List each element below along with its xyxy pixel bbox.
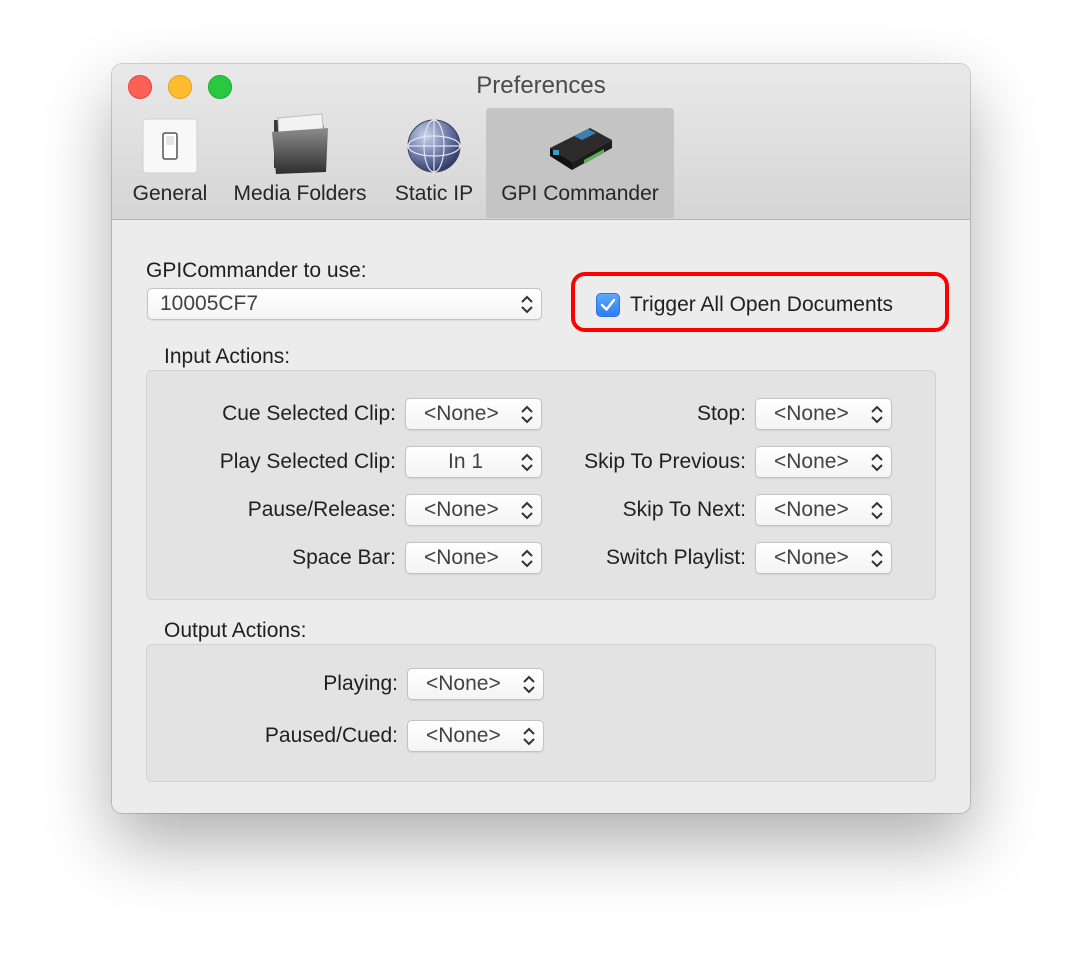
cue-selected-clip-label: Cue Selected Clip: — [222, 402, 396, 425]
tab-media-folders[interactable]: Media Folders — [224, 108, 376, 218]
space-bar-select[interactable]: <None> — [405, 542, 542, 574]
cue-selected-clip-value: <None> — [424, 402, 499, 425]
tab-gpi-commander-label: GPI Commander — [501, 182, 659, 205]
skip-to-next-label: Skip To Next: — [622, 498, 746, 521]
chevron-up-down-icon — [523, 675, 535, 694]
chevron-up-down-icon — [521, 405, 533, 424]
trigger-all-checkbox[interactable] — [596, 293, 620, 317]
output-actions-group — [146, 644, 936, 782]
folder-icon — [272, 113, 328, 174]
network-globe-icon — [407, 119, 461, 173]
space-bar-value: <None> — [424, 546, 499, 569]
chevron-up-down-icon — [521, 295, 533, 314]
device-select-value: 10005CF7 — [160, 292, 259, 315]
stop-value: <None> — [774, 402, 849, 425]
output-actions-title: Output Actions: — [164, 619, 307, 642]
tab-general[interactable]: General — [126, 108, 214, 218]
play-selected-clip-label: Play Selected Clip: — [219, 450, 396, 473]
playing-value: <None> — [426, 672, 501, 695]
cue-selected-clip-select[interactable]: <None> — [405, 398, 542, 430]
trigger-all-label[interactable]: Trigger All Open Documents — [630, 293, 893, 317]
skip-to-next-value: <None> — [774, 498, 849, 521]
chevron-up-down-icon — [521, 453, 533, 472]
pause-release-select[interactable]: <None> — [405, 494, 542, 526]
window-title: Preferences — [476, 72, 606, 99]
tab-gpi-commander[interactable]: GPI Commander — [486, 108, 674, 218]
chevron-up-down-icon — [521, 501, 533, 520]
chevron-up-down-icon — [521, 549, 533, 568]
device-select[interactable]: 10005CF7 — [147, 288, 542, 320]
gpi-device-icon — [550, 128, 612, 170]
skip-to-next-select[interactable]: <None> — [755, 494, 892, 526]
skip-to-previous-select[interactable]: <None> — [755, 446, 892, 478]
chevron-up-down-icon — [523, 727, 535, 746]
playing-label: Playing: — [323, 672, 398, 695]
space-bar-label: Space Bar: — [292, 546, 396, 569]
skip-to-previous-value: <None> — [774, 450, 849, 473]
tab-static-ip[interactable]: Static IP — [384, 108, 484, 218]
tab-general-label: General — [132, 182, 208, 205]
pause-release-value: <None> — [424, 498, 499, 521]
switch-playlist-value: <None> — [774, 546, 849, 569]
tab-static-ip-label: Static IP — [394, 182, 474, 205]
chevron-up-down-icon — [871, 405, 883, 424]
chevron-up-down-icon — [871, 453, 883, 472]
checkmark-icon — [600, 298, 616, 311]
light-switch-icon — [142, 118, 198, 174]
switch-playlist-label: Switch Playlist: — [605, 546, 746, 569]
paused-cued-select[interactable]: <None> — [407, 720, 544, 752]
play-selected-clip-select[interactable]: In 1 — [405, 446, 542, 478]
pause-release-label: Pause/Release: — [247, 498, 396, 521]
paused-cued-label: Paused/Cued: — [264, 724, 398, 747]
stop-label: Stop: — [696, 402, 746, 425]
paused-cued-value: <None> — [426, 724, 501, 747]
playing-select[interactable]: <None> — [407, 668, 544, 700]
chevron-up-down-icon — [871, 501, 883, 520]
input-actions-title: Input Actions: — [164, 345, 291, 368]
switch-playlist-select[interactable]: <None> — [755, 542, 892, 574]
tab-media-folders-label: Media Folders — [233, 182, 367, 205]
device-select-label: GPICommander to use: — [146, 259, 367, 282]
chevron-up-down-icon — [871, 549, 883, 568]
play-selected-clip-value: In 1 — [448, 450, 484, 473]
toolbar: Preferences General Media Folders Static… — [112, 64, 970, 220]
skip-to-previous-label: Skip To Previous: — [584, 450, 746, 473]
preferences-window: Preferences General Media Folders Static… — [112, 64, 970, 813]
stop-select[interactable]: <None> — [755, 398, 892, 430]
